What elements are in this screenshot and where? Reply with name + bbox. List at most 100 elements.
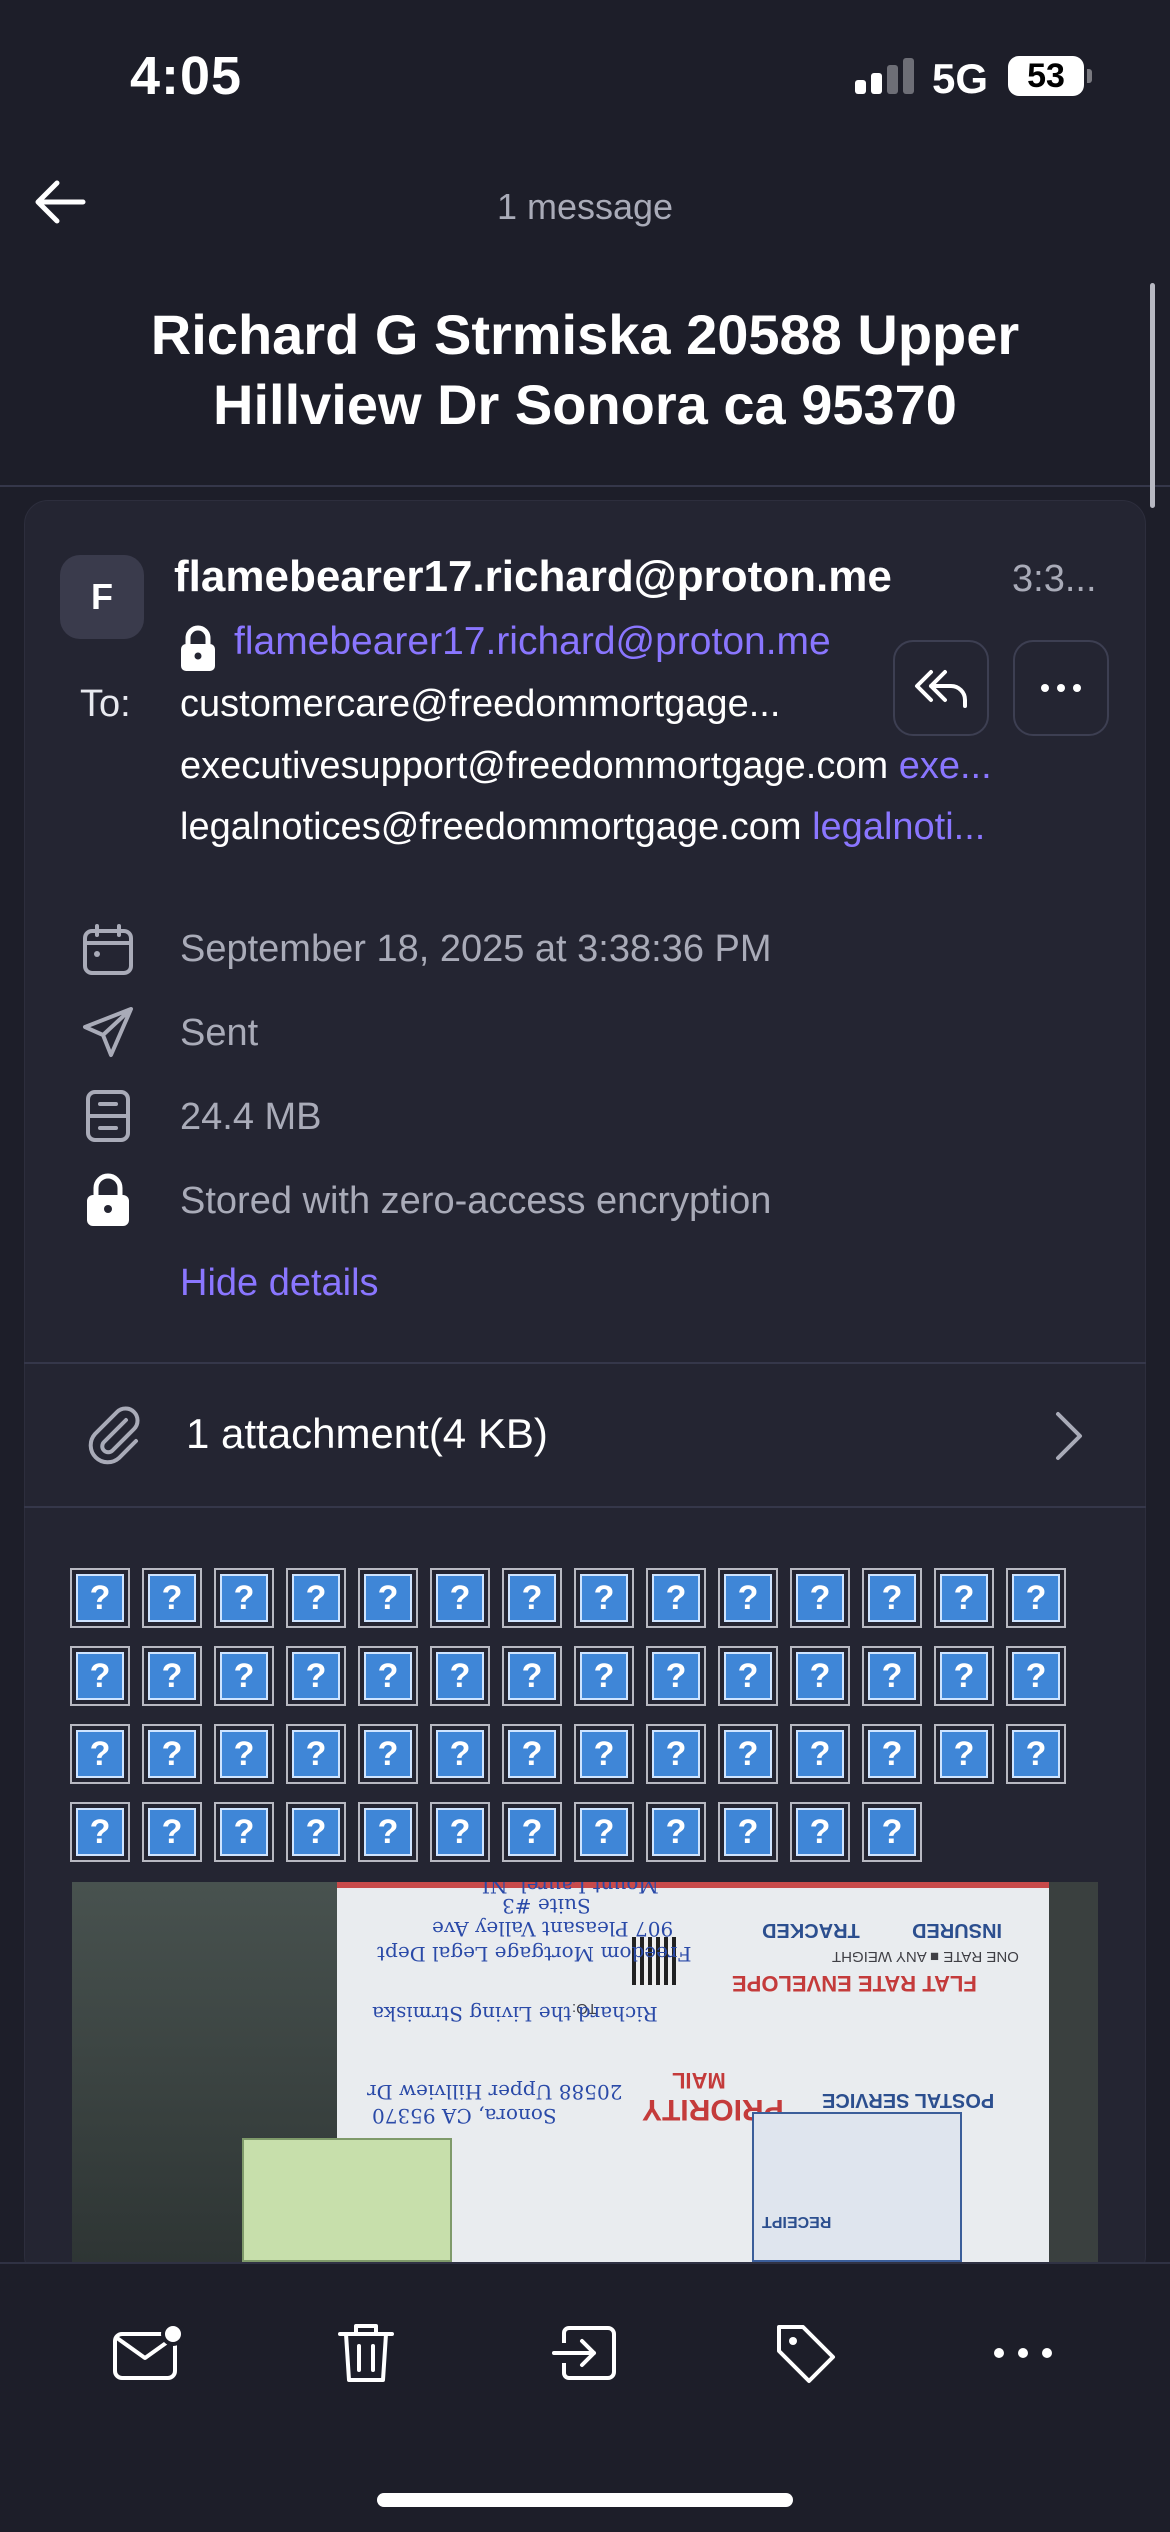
broken-image-icon[interactable]: ? bbox=[142, 1802, 202, 1862]
broken-image-glyph: ? bbox=[364, 1652, 412, 1700]
broken-image-icon[interactable]: ? bbox=[286, 1568, 346, 1628]
broken-image-icon[interactable]: ? bbox=[286, 1724, 346, 1784]
broken-image-grid: ????????????????????????????????????????… bbox=[70, 1568, 1080, 1880]
handwritten-text: 20588 Upper Hillview Dr bbox=[367, 2080, 623, 2104]
broken-image-icon[interactable]: ? bbox=[574, 1646, 634, 1706]
broken-image-glyph: ? bbox=[796, 1652, 844, 1700]
move-to-folder-icon bbox=[552, 2326, 616, 2380]
delete-button[interactable] bbox=[321, 2308, 411, 2398]
broken-image-icon[interactable]: ? bbox=[862, 1724, 922, 1784]
broken-image-icon[interactable]: ? bbox=[142, 1646, 202, 1706]
home-indicator[interactable] bbox=[377, 2493, 793, 2507]
paperclip-icon bbox=[88, 1406, 140, 1465]
broken-image-icon[interactable]: ? bbox=[574, 1802, 634, 1862]
sender-address[interactable]: flamebearer17.richard@proton.me bbox=[234, 620, 831, 664]
broken-image-icon[interactable]: ? bbox=[70, 1646, 130, 1706]
broken-image-icon[interactable]: ? bbox=[790, 1568, 850, 1628]
broken-image-glyph: ? bbox=[868, 1730, 916, 1778]
hide-details-link[interactable]: Hide details bbox=[180, 1262, 379, 1305]
broken-image-icon[interactable]: ? bbox=[502, 1724, 562, 1784]
broken-image-icon[interactable]: ? bbox=[862, 1568, 922, 1628]
broken-image-glyph: ? bbox=[580, 1652, 628, 1700]
broken-image-glyph: ? bbox=[1012, 1730, 1060, 1778]
printed-text: FLAT RATE ENVELOPE bbox=[732, 1971, 977, 1996]
envelope-photo[interactable]: INSURED TRACKED FLAT RATE ENVELOPE ONE R… bbox=[72, 1882, 1098, 2262]
broken-image-icon[interactable]: ? bbox=[214, 1802, 274, 1862]
broken-image-icon[interactable]: ? bbox=[934, 1568, 994, 1628]
broken-image-icon[interactable]: ? bbox=[70, 1568, 130, 1628]
mark-unread-button[interactable] bbox=[103, 2308, 193, 2398]
broken-image-icon[interactable]: ? bbox=[718, 1724, 778, 1784]
broken-image-icon[interactable]: ? bbox=[358, 1802, 418, 1862]
divider bbox=[24, 1506, 1146, 1508]
broken-image-icon[interactable]: ? bbox=[574, 1568, 634, 1628]
broken-image-glyph: ? bbox=[868, 1652, 916, 1700]
broken-image-icon[interactable]: ? bbox=[790, 1724, 850, 1784]
storage-icon bbox=[78, 1086, 138, 1146]
avatar[interactable]: F bbox=[60, 555, 144, 639]
broken-image-icon[interactable]: ? bbox=[430, 1724, 490, 1784]
broken-image-icon[interactable]: ? bbox=[358, 1724, 418, 1784]
broken-image-icon[interactable]: ? bbox=[646, 1802, 706, 1862]
broken-image-icon[interactable]: ? bbox=[70, 1724, 130, 1784]
broken-image-icon[interactable]: ? bbox=[862, 1646, 922, 1706]
broken-image-icon[interactable]: ? bbox=[718, 1802, 778, 1862]
message-more-button[interactable] bbox=[1013, 640, 1109, 736]
broken-image-icon[interactable]: ? bbox=[718, 1568, 778, 1628]
broken-image-icon[interactable]: ? bbox=[646, 1646, 706, 1706]
reply-all-button[interactable] bbox=[893, 640, 989, 736]
broken-image-icon[interactable]: ? bbox=[142, 1568, 202, 1628]
broken-image-icon[interactable]: ? bbox=[358, 1568, 418, 1628]
broken-image-icon[interactable]: ? bbox=[934, 1724, 994, 1784]
message-location: Sent bbox=[180, 1012, 259, 1054]
mark-unread-icon bbox=[113, 2322, 185, 2380]
broken-image-icon[interactable]: ? bbox=[646, 1568, 706, 1628]
broken-image-icon[interactable]: ? bbox=[1006, 1646, 1066, 1706]
more-actions-button[interactable] bbox=[978, 2308, 1068, 2398]
broken-image-icon[interactable]: ? bbox=[502, 1568, 562, 1628]
broken-image-icon[interactable]: ? bbox=[1006, 1568, 1066, 1628]
broken-image-icon[interactable]: ? bbox=[574, 1724, 634, 1784]
broken-image-icon[interactable]: ? bbox=[646, 1724, 706, 1784]
broken-image-glyph: ? bbox=[724, 1574, 772, 1622]
label-button[interactable] bbox=[760, 2308, 850, 2398]
broken-image-icon[interactable]: ? bbox=[214, 1568, 274, 1628]
broken-image-icon[interactable]: ? bbox=[214, 1646, 274, 1706]
recipient-address[interactable]: legalnotices@freedommortgage.com legalno… bbox=[180, 806, 985, 849]
attachments-toggle[interactable]: 1 attachment(4 KB) bbox=[186, 1410, 548, 1458]
broken-image-icon[interactable]: ? bbox=[502, 1802, 562, 1862]
broken-image-icon[interactable]: ? bbox=[430, 1568, 490, 1628]
sender-name[interactable]: flamebearer17.richard@proton.me bbox=[174, 552, 892, 602]
to-label: To: bbox=[80, 683, 131, 725]
handwritten-text: 907 Pleasant Valley Ave bbox=[432, 1917, 674, 1941]
broken-image-icon[interactable]: ? bbox=[934, 1646, 994, 1706]
broken-image-icon[interactable]: ? bbox=[358, 1646, 418, 1706]
broken-image-icon[interactable]: ? bbox=[862, 1802, 922, 1862]
handwritten-text: Mount Laurel, NJ bbox=[482, 1882, 659, 1898]
broken-image-glyph: ? bbox=[796, 1808, 844, 1856]
label-icon bbox=[777, 2325, 835, 2383]
broken-image-icon[interactable]: ? bbox=[790, 1646, 850, 1706]
broken-image-glyph: ? bbox=[76, 1730, 124, 1778]
broken-image-glyph: ? bbox=[148, 1574, 196, 1622]
broken-image-icon[interactable]: ? bbox=[142, 1724, 202, 1784]
lock-icon bbox=[181, 625, 215, 671]
broken-image-icon[interactable]: ? bbox=[70, 1802, 130, 1862]
broken-image-icon[interactable]: ? bbox=[1006, 1724, 1066, 1784]
broken-image-icon[interactable]: ? bbox=[214, 1724, 274, 1784]
broken-image-glyph: ? bbox=[1012, 1574, 1060, 1622]
broken-image-icon[interactable]: ? bbox=[430, 1646, 490, 1706]
broken-image-icon[interactable]: ? bbox=[430, 1802, 490, 1862]
printed-text: POSTAL SERVICE bbox=[822, 2089, 995, 2111]
broken-image-icon[interactable]: ? bbox=[718, 1646, 778, 1706]
network-type: 5G bbox=[932, 55, 989, 102]
broken-image-icon[interactable]: ? bbox=[286, 1802, 346, 1862]
broken-image-icon[interactable]: ? bbox=[286, 1646, 346, 1706]
recipient-address[interactable]: customercare@freedommortgage... bbox=[180, 683, 780, 726]
chevron-right-icon[interactable] bbox=[1048, 1408, 1088, 1464]
scrollbar[interactable] bbox=[1150, 283, 1155, 508]
broken-image-icon[interactable]: ? bbox=[502, 1646, 562, 1706]
recipient-address[interactable]: executivesupport@freedommortgage.com exe… bbox=[180, 745, 992, 788]
move-to-folder-button[interactable] bbox=[540, 2308, 630, 2398]
broken-image-icon[interactable]: ? bbox=[790, 1802, 850, 1862]
